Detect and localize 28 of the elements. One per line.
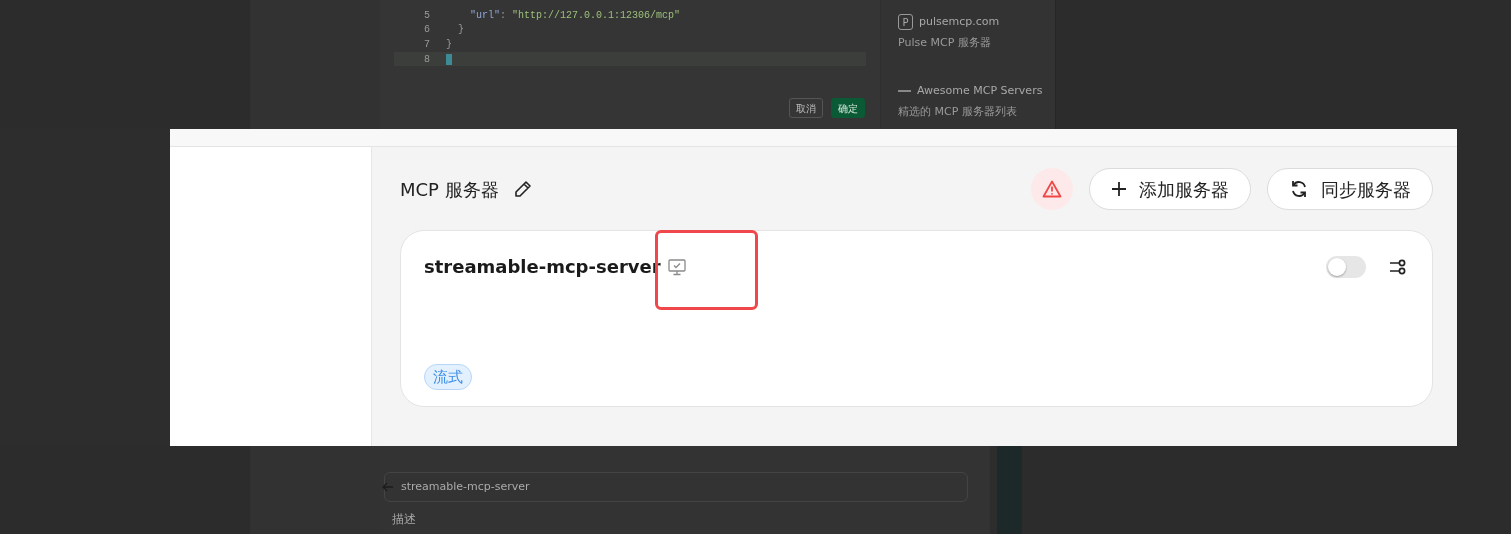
resource-title[interactable]: pulsemcp.com <box>919 14 1000 31</box>
resource-description: 精选的 MCP 服务器列表 <box>898 103 1018 120</box>
line-number: 6 <box>423 23 431 38</box>
tag-label: 流式 <box>424 363 472 390</box>
resource-description: Pulse MCP 服务器 <box>898 34 992 51</box>
code-line: } <box>457 23 464 38</box>
toggle-switch[interactable] <box>1326 255 1366 278</box>
name-field[interactable]: streamable-mcp-server <box>384 472 968 502</box>
edit-icon[interactable] <box>512 179 533 199</box>
line-number: 7 <box>423 38 431 52</box>
code-line: "url": "http://127.0.0.1:12306/mcp" <box>469 8 681 23</box>
logo-icon: P <box>898 14 913 31</box>
monitor-check-icon <box>666 256 687 277</box>
sync-servers-button[interactable]: 同步服务器 <box>1267 168 1433 210</box>
warning-button[interactable] <box>1031 168 1073 210</box>
dash-icon <box>898 90 911 93</box>
line-number: 8 <box>423 52 431 67</box>
page-title: MCP 服务器 <box>400 177 499 202</box>
line-number: 5 <box>423 8 431 23</box>
cancel-button[interactable]: 取消 <box>789 98 823 118</box>
confirm-button[interactable]: 确定 <box>831 98 865 118</box>
code-line: } <box>446 38 452 52</box>
field-label: 描述 <box>392 512 417 527</box>
plus-icon <box>1111 181 1127 197</box>
refresh-icon <box>1289 179 1309 199</box>
resource-title[interactable]: Awesome MCP Servers <box>917 83 1043 100</box>
add-server-button[interactable]: 添加服务器 <box>1089 168 1251 210</box>
warning-icon <box>1042 180 1062 198</box>
